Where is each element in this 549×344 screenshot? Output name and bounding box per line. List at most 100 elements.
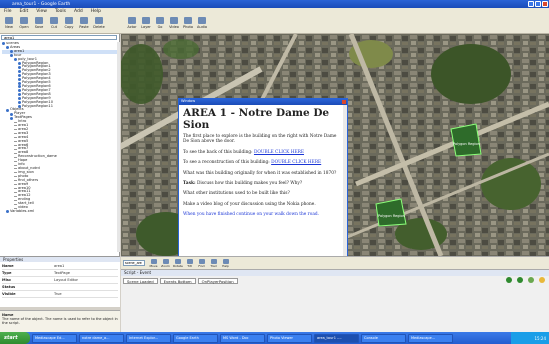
tool-label: Trail [210, 264, 217, 268]
folder-icon [6, 210, 9, 214]
tree-node[interactable]: Variables.xml [2, 208, 118, 214]
script-tab[interactable]: Scene Loaded [123, 278, 158, 284]
property-row[interactable]: Name area1 [2, 264, 118, 270]
actor-button[interactable]: Actor [126, 17, 138, 31]
tree-search-input[interactable] [1, 35, 117, 40]
save-button[interactable]: Save [33, 17, 45, 31]
close-icon[interactable] [542, 1, 548, 7]
popup-scrollbar[interactable] [343, 105, 347, 257]
popup-text: To see a reconstruction of this building… [183, 160, 270, 166]
go-button[interactable]: Go [154, 17, 166, 31]
tool-label: Help [222, 264, 229, 268]
toolbar-label: New [5, 25, 13, 29]
property-row[interactable]: Status [2, 285, 118, 291]
page-icon [14, 148, 17, 150]
tool-label: Move [149, 264, 158, 268]
reconstruction-link[interactable]: DOUBLE CLICK HERE [271, 160, 321, 165]
minimize-icon[interactable] [528, 1, 534, 7]
edit-icon[interactable] [539, 277, 545, 283]
system-tray: 15:24 [511, 332, 549, 344]
open-button[interactable]: Open [18, 17, 30, 31]
move-tool-button[interactable]: Move [149, 259, 158, 268]
check-icon[interactable] [528, 277, 534, 283]
tree-node-label: Variables.xml [10, 208, 35, 213]
photo-icon [184, 17, 192, 24]
photo-button[interactable]: Photo [182, 17, 194, 31]
menu-item[interactable]: Help [91, 9, 101, 14]
taskbar-task[interactable]: Console [361, 333, 406, 343]
toolbar-label: Copy [64, 25, 74, 29]
tree-scrollbar[interactable] [117, 42, 120, 252]
video-button[interactable]: Video [168, 17, 180, 31]
start-button[interactable]: start [0, 332, 30, 344]
windows-taskbar: start Mediascape Ed... notre dame_a... Int… [0, 332, 549, 344]
property-value[interactable]: TextPage [54, 271, 118, 276]
property-value[interactable]: True [54, 292, 118, 297]
map-region-label[interactable]: Polygon Region [453, 142, 480, 146]
taskbar-task[interactable]: Mediascape... [408, 333, 453, 343]
menu-item[interactable]: View [36, 9, 47, 14]
taskbar-task[interactable]: area_tour1 -... [314, 333, 359, 343]
toolbar-label: Cut [50, 25, 58, 29]
play-icon[interactable] [506, 277, 512, 283]
task-label: Task: [183, 181, 196, 187]
delete-button[interactable]: Delete [93, 17, 105, 31]
taskbar-task[interactable]: Mediascape Ed... [32, 333, 77, 343]
script-panel-title: Script - Event [121, 270, 549, 276]
menu-item[interactable]: File [4, 9, 12, 14]
scene-select[interactable] [123, 260, 145, 266]
cut-button[interactable]: Cut [48, 17, 60, 31]
toolbar-label: Open [19, 25, 29, 29]
page-icon [14, 203, 17, 205]
property-value[interactable]: Layout Editor [54, 278, 118, 283]
new-button[interactable]: New [3, 17, 15, 31]
popup-content: AREA 1 - Notre Dame De Sion The first pl… [183, 107, 342, 257]
add-icon[interactable] [517, 277, 523, 283]
taskbar-task[interactable]: Google Earth [173, 333, 218, 343]
text-page-popup: Window AREA 1 - Notre Dame De Sion The f… [178, 98, 348, 258]
page-icon [14, 172, 17, 174]
audio-button[interactable]: Audio [196, 17, 208, 31]
taskbar-task[interactable]: MS Word - Doc [220, 333, 265, 343]
taskbar-task[interactable]: notre dame_a... [79, 333, 124, 343]
page-icon [14, 121, 17, 123]
property-value[interactable] [54, 285, 118, 290]
maximize-icon[interactable] [535, 1, 541, 7]
menu-item[interactable]: Tools [55, 9, 66, 14]
property-row[interactable]: Type TextPage [2, 271, 118, 277]
properties-grid: Name area1 Type TextPage Misc Layout Editor St… [0, 262, 120, 307]
popup-paragraph: Make a video blog of your discussion usi… [183, 201, 316, 207]
copy-button[interactable]: Copy [63, 17, 75, 31]
zoom-tool-button[interactable]: Zoom [161, 259, 170, 268]
script-tab[interactable]: Events Bottom [159, 278, 196, 284]
help-tool-button[interactable]: Help [221, 259, 230, 268]
page-icon [14, 145, 17, 147]
popup-titlebar[interactable]: Window [179, 99, 347, 105]
region-icon [18, 61, 21, 65]
property-key: Type [2, 271, 12, 275]
toolbar-label: Audio [197, 25, 207, 29]
rotate-tool-button[interactable]: Rotate [173, 259, 183, 268]
script-tab[interactable]: OnPlayerPosition [197, 278, 238, 284]
back-of-building-link[interactable]: DOUBLE CLICK HERE [254, 150, 304, 155]
delete-icon [95, 17, 103, 24]
script-panel: Script - Event Scene Loaded Events Bottom… [121, 269, 549, 332]
property-value[interactable]: area1 [54, 264, 118, 269]
tilt-tool-button[interactable]: Tilt [185, 259, 194, 268]
trail-tool-button[interactable]: Trail [209, 259, 218, 268]
paste-button[interactable]: Paste [78, 17, 90, 31]
property-row[interactable]: Visible True [2, 292, 118, 298]
popup-text: To see the back of this building: [183, 149, 253, 155]
property-row[interactable]: Misc Layout Editor [2, 278, 118, 284]
property-description-text: The name of the object. The name is used… [2, 317, 118, 325]
taskbar-tasks: Mediascape Ed... notre dame_a... Internet … [30, 333, 453, 343]
close-icon[interactable] [342, 100, 346, 104]
menu-item[interactable]: Add [74, 9, 83, 14]
taskbar-task[interactable]: Photo Viewer [267, 333, 312, 343]
window-titlebar[interactable]: area_tour1 - Google Earth [0, 0, 549, 8]
layer-button[interactable]: Layer [140, 17, 152, 31]
find-tool-button[interactable]: Find [197, 259, 206, 268]
map-region-label[interactable]: Polygon Region [378, 214, 405, 218]
menu-item[interactable]: Edit [20, 9, 29, 14]
taskbar-task[interactable]: Internet Explor... [126, 333, 171, 343]
